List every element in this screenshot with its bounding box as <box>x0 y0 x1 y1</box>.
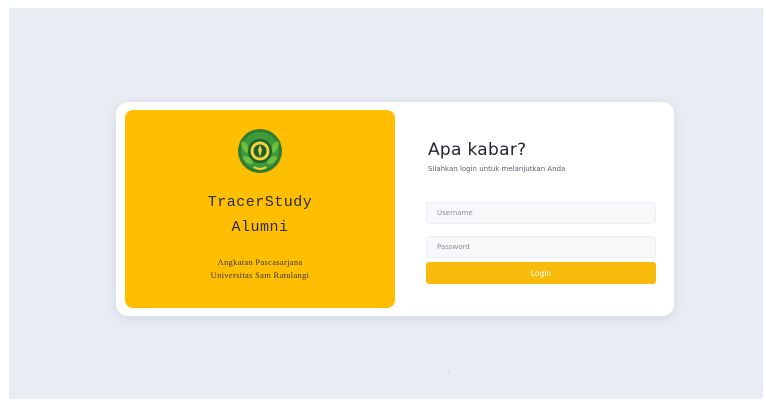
password-input[interactable] <box>426 236 656 258</box>
brand-subtitle-line1: Angkatan Pascasarjana <box>217 257 303 267</box>
brand-panel: TracerStudy Alumni Angkatan Pascasarjana… <box>125 110 395 308</box>
username-input[interactable] <box>426 202 656 224</box>
login-button[interactable]: Login <box>426 262 656 284</box>
brand-title-line2: Alumni <box>231 219 289 236</box>
login-title: Apa kabar? <box>428 140 527 160</box>
login-subtitle: Silahkan login untuk melanjutkan Anda <box>428 165 566 173</box>
footer-text: · <box>447 369 450 378</box>
university-seal-icon <box>238 129 282 173</box>
page-background: TracerStudy Alumni Angkatan Pascasarjana… <box>9 8 763 399</box>
login-card: TracerStudy Alumni Angkatan Pascasarjana… <box>116 102 674 316</box>
brand-subtitle-line2: Universitas Sam Ratulangi <box>210 270 310 280</box>
brand-title-line1: TracerStudy <box>207 194 313 211</box>
